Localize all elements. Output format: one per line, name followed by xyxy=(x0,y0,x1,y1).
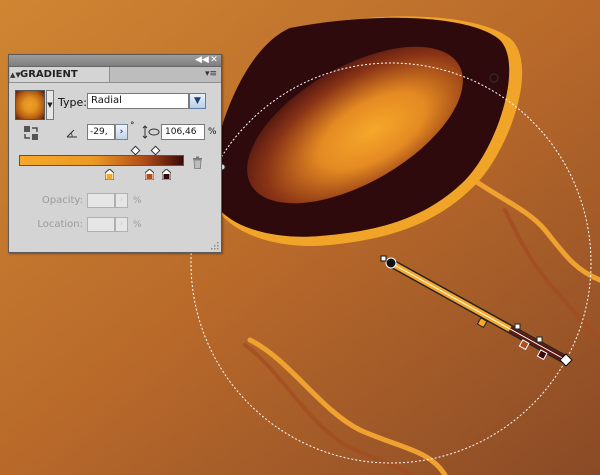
angle-input[interactable]: -29, xyxy=(87,124,115,140)
gradient-stop-3[interactable] xyxy=(162,169,171,180)
type-select[interactable]: Radial xyxy=(87,93,189,109)
panel-tab-row: ▲▼GRADIENT ▾≡ xyxy=(9,67,221,83)
close-icon[interactable]: ✕ xyxy=(209,55,219,66)
opacity-unit: % xyxy=(133,196,142,206)
opacity-input[interactable] xyxy=(87,193,115,208)
trash-icon[interactable] xyxy=(192,156,203,169)
annotator-midpoint-2[interactable] xyxy=(536,336,543,343)
reverse-gradient-icon[interactable] xyxy=(23,125,39,141)
aspect-ratio-input[interactable]: 106,46 xyxy=(161,124,205,140)
resize-grip-icon[interactable] xyxy=(211,242,219,250)
gradient-origin-handle[interactable] xyxy=(385,257,397,269)
tab-gradient-label: GRADIENT xyxy=(20,69,78,80)
gradient-origin-small-handle[interactable] xyxy=(380,255,387,262)
swatch-dropdown-icon[interactable]: ▼ xyxy=(46,90,54,120)
gradient-midpoint-2[interactable] xyxy=(150,145,161,156)
location-input[interactable] xyxy=(87,217,115,232)
tab-gradient[interactable]: ▲▼GRADIENT xyxy=(10,67,110,82)
location-unit: % xyxy=(133,220,142,230)
aspect-ratio-unit: % xyxy=(208,127,217,137)
aspect-ratio-icon xyxy=(142,125,160,139)
panel-menu-icon[interactable]: ▾≡ xyxy=(205,68,217,81)
panel-titlebar[interactable]: ◀◀ ✕ xyxy=(9,55,221,67)
gradient-stop-1[interactable] xyxy=(105,169,114,180)
opacity-stepper-icon[interactable]: › xyxy=(115,193,128,208)
angle-icon xyxy=(66,129,77,138)
degree-symbol: ° xyxy=(130,121,135,131)
gradient-ramp-slider[interactable] xyxy=(19,155,184,166)
type-label: Type: xyxy=(58,96,87,109)
chevron-right-icon[interactable]: › xyxy=(115,124,128,140)
location-label: Location: xyxy=(37,219,83,230)
gradient-stop-2[interactable] xyxy=(145,169,154,180)
location-stepper-icon[interactable]: › xyxy=(115,217,128,232)
opacity-label: Opacity: xyxy=(41,195,83,206)
chevron-down-icon[interactable]: ▼ xyxy=(189,93,206,109)
collapse-icon[interactable]: ◀◀ xyxy=(195,55,209,66)
gradient-panel: ◀◀ ✕ ▲▼GRADIENT ▾≡ ▼ Type: Radial ▼ -29,… xyxy=(8,54,222,253)
tab-arrows-icon[interactable]: ▲▼ xyxy=(10,68,21,83)
gradient-midpoint-1[interactable] xyxy=(130,145,141,156)
gradient-swatch[interactable] xyxy=(15,90,45,120)
annotator-midpoint-1[interactable] xyxy=(514,323,521,330)
